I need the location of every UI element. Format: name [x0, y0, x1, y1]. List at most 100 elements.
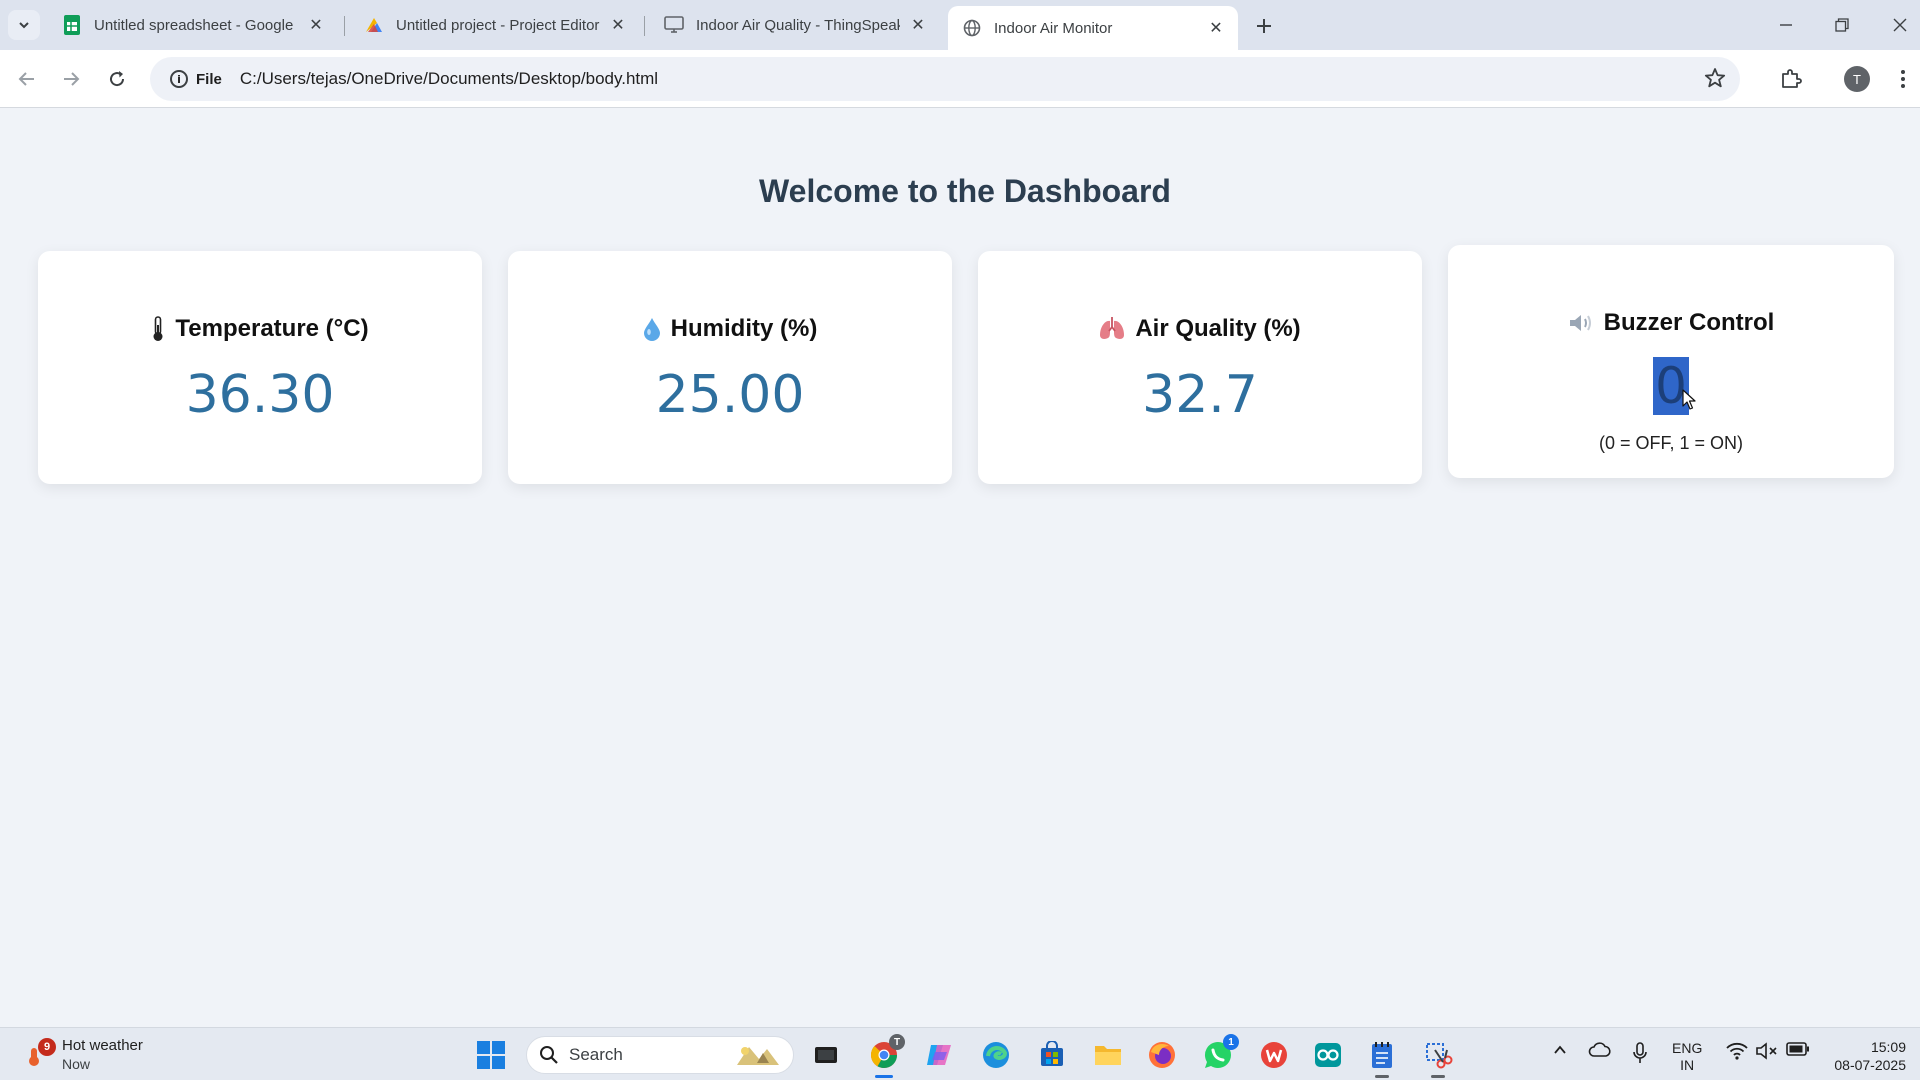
taskbar-app-firefox[interactable] [1145, 1038, 1179, 1072]
close-window-button[interactable] [1880, 10, 1920, 40]
arrow-right-icon [64, 72, 80, 86]
more-vertical-icon [1901, 70, 1905, 88]
search-icon [540, 1046, 558, 1064]
chevron-up-icon [1554, 1045, 1566, 1054]
tab-separator [344, 16, 345, 36]
card-label: Temperature (°C) [175, 315, 369, 342]
buzzer-value[interactable]: 0 [1448, 357, 1894, 415]
globe-icon [962, 18, 982, 38]
show-hidden-icons[interactable] [1552, 1042, 1568, 1058]
taskbar-app-arduino[interactable] [1311, 1038, 1345, 1072]
page-title: Welcome to the Dashboard [759, 173, 1171, 209]
volume-tray[interactable] [1756, 1042, 1778, 1060]
browser-toolbar: i File C:/Users/tejas/OneDrive/Documents… [0, 50, 1920, 108]
clock-date: 08-07-2025 [1834, 1057, 1906, 1073]
taskbar-app-store[interactable] [1035, 1038, 1069, 1072]
weather-badge: 9 [38, 1038, 56, 1056]
forward-button[interactable] [54, 63, 88, 95]
weather-widget[interactable]: 9 Hot weather Now [22, 1036, 143, 1074]
taskbar-app-copilot[interactable] [923, 1038, 957, 1072]
edge-icon [983, 1042, 1009, 1068]
weather-title: Hot weather [62, 1037, 143, 1054]
onedrive-tray[interactable] [1588, 1042, 1612, 1058]
arduino-icon [1315, 1043, 1341, 1067]
language-indicator[interactable]: ENG IN [1672, 1040, 1702, 1074]
whatsapp-badge: 1 [1223, 1034, 1239, 1050]
bookmark-star-icon[interactable] [1704, 67, 1726, 95]
taskbar-app-notepad[interactable] [1365, 1038, 1399, 1078]
site-info-chip[interactable]: i File [160, 64, 232, 94]
close-icon[interactable]: ✕ [908, 15, 928, 35]
windows-icon [477, 1041, 505, 1069]
start-button[interactable] [476, 1040, 506, 1070]
new-tab-button[interactable] [1250, 12, 1278, 40]
reload-icon [110, 71, 125, 87]
arrow-left-icon [18, 72, 34, 86]
taskbar-app-edge[interactable] [979, 1038, 1013, 1072]
card-title: Temperature (°C) [38, 315, 482, 343]
humidity-card: Humidity (%) 25.00 [508, 251, 952, 484]
minimize-icon [1780, 24, 1792, 26]
battery-icon [1786, 1042, 1809, 1056]
microphone-tray[interactable] [1632, 1042, 1648, 1064]
clock-time: 15:09 [1870, 1039, 1906, 1055]
card-title: Humidity (%) [508, 315, 952, 343]
buzzer-card: Buzzer Control 0 (0 = OFF, 1 = ON) [1448, 245, 1894, 478]
taskbar-app-task-view[interactable] [809, 1038, 843, 1072]
water-drop-icon [643, 317, 661, 341]
running-indicator [1431, 1075, 1445, 1078]
info-icon: i [170, 70, 188, 88]
mouse-cursor-icon [1682, 389, 1696, 410]
air-quality-value: 32.7 [1142, 365, 1258, 425]
chevron-down-icon [19, 22, 29, 29]
extensions-button[interactable] [1774, 63, 1808, 95]
language-code: ENG [1672, 1040, 1703, 1056]
humidity-value: 25.00 [655, 365, 805, 425]
lungs-icon [1099, 317, 1125, 341]
tab-indoor-air-monitor[interactable]: Indoor Air Monitor ✕ [948, 6, 1238, 50]
tab-search-button[interactable] [8, 10, 40, 40]
menu-button[interactable] [1886, 63, 1920, 95]
restore-button[interactable] [1822, 10, 1862, 40]
close-icon[interactable]: ✕ [608, 15, 628, 35]
site-info-label: File [196, 70, 222, 88]
puzzle-icon [1782, 69, 1802, 88]
temperature-card: Temperature (°C) 36.30 [38, 251, 482, 484]
air-quality-card: Air Quality (%) 32.7 [978, 251, 1422, 484]
tab-title: Indoor Air Quality - ThingSpeak [696, 16, 900, 34]
minimize-button[interactable] [1766, 10, 1806, 40]
firefox-icon [1149, 1042, 1175, 1068]
sheets-icon [62, 15, 82, 35]
address-bar[interactable]: i File C:/Users/tejas/OneDrive/Documents… [150, 57, 1740, 101]
tab-title: Untitled spreadsheet - Google S [94, 16, 298, 34]
active-indicator [875, 1075, 893, 1078]
taskbar-app-snipping-tool[interactable] [1421, 1038, 1455, 1078]
buzzer-hint: (0 = OFF, 1 = ON) [1598, 433, 1744, 453]
reload-button[interactable] [100, 63, 134, 95]
taskbar-search[interactable]: Search [526, 1036, 794, 1074]
taskbar-app-file-explorer[interactable] [1091, 1038, 1125, 1072]
back-button[interactable] [10, 63, 44, 95]
taskbar-app-whatsapp[interactable]: 1 [1201, 1034, 1239, 1072]
search-label: Search [569, 1045, 623, 1064]
tab-title: Untitled project - Project Editor [396, 16, 600, 34]
close-icon[interactable]: ✕ [306, 15, 326, 35]
close-icon [1893, 18, 1907, 32]
thermometer-icon [151, 316, 165, 342]
battery-tray[interactable] [1786, 1042, 1810, 1056]
taskbar-app-chrome[interactable]: T [867, 1034, 905, 1078]
url-text[interactable]: C:/Users/tejas/OneDrive/Documents/Deskto… [240, 69, 658, 89]
chrome-profile-badge: T [889, 1034, 905, 1050]
taskbar-app-wps[interactable] [1257, 1038, 1291, 1072]
monitor-icon [664, 15, 684, 35]
tab-thingspeak[interactable]: Indoor Air Quality - ThingSpeak ✕ [650, 6, 940, 44]
profile-button[interactable]: T [1840, 63, 1874, 95]
network-tray[interactable] [1726, 1042, 1748, 1060]
close-icon[interactable]: ✕ [1206, 18, 1226, 38]
taskbar: 9 Hot weather Now Search T 1 ENG IN 15:0… [0, 1027, 1920, 1080]
tab-spreadsheet[interactable]: Untitled spreadsheet - Google S ✕ [48, 6, 338, 44]
tab-project-editor[interactable]: Untitled project - Project Editor ✕ [350, 6, 640, 44]
system-clock[interactable]: 15:09 08-07-2025 [1834, 1038, 1906, 1074]
scissors-icon [1426, 1043, 1453, 1069]
speaker-icon [1568, 312, 1594, 334]
